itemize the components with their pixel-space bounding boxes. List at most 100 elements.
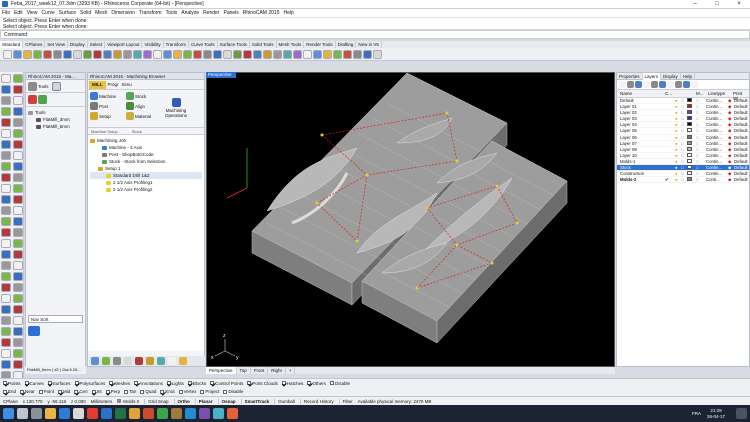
word-icon[interactable]: [101, 408, 112, 419]
tab-program[interactable]: Progr: [108, 82, 119, 87]
linetype-label[interactable]: Contin...: [706, 159, 722, 165]
tool-icon[interactable]: [1, 184, 11, 193]
status-pane-button[interactable]: Ortho: [173, 398, 190, 404]
osnap-checkbox[interactable]: Project: [200, 389, 219, 394]
app-icon[interactable]: [213, 408, 224, 419]
setup-button[interactable]: Setup: [90, 112, 111, 120]
toolbar-icon[interactable]: [113, 49, 122, 59]
print-width-label[interactable]: Default: [734, 165, 748, 171]
status-pane-button[interactable]: Grid Snap: [144, 398, 169, 404]
browser-tool-icon[interactable]: [168, 357, 176, 365]
linetype-label[interactable]: Conti...: [706, 177, 720, 183]
material-icon[interactable]: □: [696, 135, 699, 141]
toolbar-icon[interactable]: [73, 49, 82, 59]
lightbulb-icon[interactable]: ●: [675, 104, 678, 110]
toolbar-icon[interactable]: [323, 49, 332, 59]
print-color-icon[interactable]: ◆: [728, 98, 731, 104]
status-pane-button[interactable]: Planar: [194, 398, 213, 404]
toolbar-icon[interactable]: [53, 49, 62, 59]
filter-checkbox[interactable]: Control Points: [210, 381, 243, 386]
lock-icon[interactable]: □: [681, 110, 684, 116]
toolbar-icon[interactable]: [293, 49, 302, 59]
chrome-icon[interactable]: [129, 408, 140, 419]
linetype-label[interactable]: Contin...: [706, 104, 722, 110]
viewport-title-tab[interactable]: Perspective: [206, 72, 236, 78]
toolbar-icon[interactable]: [253, 49, 262, 59]
stock-button[interactable]: Stock: [126, 92, 146, 100]
linetype-label[interactable]: Contin...: [706, 153, 722, 159]
lightbulb-icon[interactable]: ●: [675, 165, 678, 171]
menu-item[interactable]: File: [2, 10, 10, 16]
material-icon[interactable]: □: [696, 128, 699, 134]
browser-tool-icon[interactable]: [157, 357, 165, 365]
layer-color-swatch[interactable]: [687, 128, 692, 133]
tool-icon[interactable]: [13, 184, 23, 193]
align-button[interactable]: Align: [126, 102, 145, 110]
toolbar-tab[interactable]: Surface Tools: [218, 41, 250, 48]
tool-icon[interactable]: [13, 151, 23, 160]
toolbar-icon[interactable]: [173, 49, 182, 59]
lock-icon[interactable]: □: [681, 147, 684, 153]
status-pane-button[interactable]: Filter: [338, 398, 353, 404]
layer-tool-icon[interactable]: [675, 81, 682, 88]
tool-icon[interactable]: [1, 107, 11, 116]
maximize-button[interactable]: □: [706, 0, 728, 9]
toolbar-icon[interactable]: [33, 49, 42, 59]
print-width-label[interactable]: Default: [734, 177, 748, 183]
material-button[interactable]: Material: [126, 112, 151, 120]
print-color-icon[interactable]: ◆: [728, 116, 731, 122]
linetype-label[interactable]: Contin...: [706, 141, 722, 147]
start-icon[interactable]: [3, 408, 14, 419]
tool-icon[interactable]: [1, 195, 11, 204]
tool-item[interactable]: FlatMill_6mm: [28, 123, 83, 130]
linetype-label[interactable]: Contin...: [706, 135, 722, 141]
osnap-checkbox[interactable]: Tan: [124, 389, 136, 394]
toolbar-icon[interactable]: [213, 49, 222, 59]
toolbar-tab[interactable]: Curve Tools: [189, 41, 218, 48]
tool-icon[interactable]: [1, 272, 11, 281]
tool-icon[interactable]: [1, 151, 11, 160]
status-pane-button[interactable]: Gumball: [274, 398, 295, 404]
layer-color-swatch[interactable]: [687, 134, 692, 139]
browser-tool-icon[interactable]: [124, 357, 132, 365]
tool-icon[interactable]: [13, 338, 23, 347]
lightbulb-icon[interactable]: ●: [675, 98, 678, 104]
tab-simulate[interactable]: Simu: [122, 82, 132, 87]
osnap-checkbox[interactable]: End: [3, 389, 16, 394]
toolbar-icon[interactable]: [153, 49, 162, 59]
notification-icon[interactable]: [736, 408, 747, 419]
layer-tool-icon[interactable]: [683, 81, 690, 88]
tool-icon[interactable]: [1, 74, 11, 83]
print-width-label[interactable]: Default: [734, 171, 748, 177]
tool-icon[interactable]: [1, 261, 11, 270]
layer-tool-icon[interactable]: [659, 81, 666, 88]
tree-node[interactable]: Setup 1: [90, 165, 202, 172]
tool-icon[interactable]: [13, 162, 23, 171]
tool-icon[interactable]: [13, 118, 23, 127]
toolbar-icon[interactable]: [193, 49, 202, 59]
machining-operations-button[interactable]: Machining Operations: [160, 98, 192, 118]
tool-icon[interactable]: [13, 228, 23, 237]
viewport-tab[interactable]: Front: [251, 367, 269, 374]
tool-icon[interactable]: [1, 85, 11, 94]
lightbulb-icon[interactable]: ●: [675, 110, 678, 116]
tool-icon[interactable]: [1, 173, 11, 182]
toolbar-icon[interactable]: [103, 49, 112, 59]
toolbar-icon[interactable]: [353, 49, 362, 59]
toolbar-tab[interactable]: Drafting: [336, 41, 357, 48]
toolbar-icon[interactable]: [233, 49, 242, 59]
print-width-label[interactable]: Default: [734, 122, 748, 128]
tool-icon[interactable]: [1, 349, 11, 358]
toolbar-icon[interactable]: [223, 49, 232, 59]
tool-icon[interactable]: [1, 140, 11, 149]
tool-icon[interactable]: [1, 162, 11, 171]
toolbar-icon[interactable]: [43, 49, 52, 59]
lock-icon[interactable]: □: [681, 177, 684, 183]
layer-tool-icon[interactable]: [619, 81, 626, 88]
toolbar-icon[interactable]: [183, 49, 192, 59]
print-color-icon[interactable]: ◆: [728, 165, 731, 171]
lightbulb-icon[interactable]: ●: [675, 122, 678, 128]
tool-icon[interactable]: [13, 316, 23, 325]
toolbar-tab[interactable]: Render Tools: [304, 41, 336, 48]
print-width-label[interactable]: Default: [734, 104, 748, 110]
